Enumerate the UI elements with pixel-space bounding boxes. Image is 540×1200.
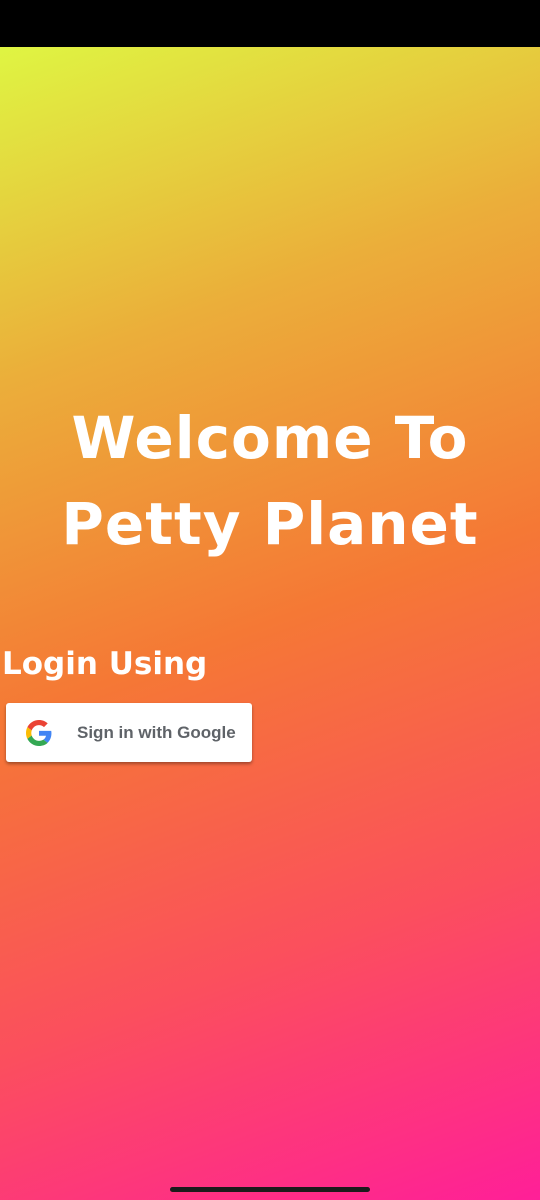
- welcome-title: Welcome To Petty Planet: [61, 404, 479, 558]
- phone-screen: Welcome To Petty Planet Login Using Sign…: [0, 0, 540, 1200]
- login-using-label: Login Using: [2, 646, 208, 682]
- google-g-icon: [26, 720, 52, 746]
- home-indicator[interactable]: [170, 1187, 370, 1192]
- status-bar: [0, 0, 540, 47]
- welcome-screen: Welcome To Petty Planet Login Using Sign…: [0, 47, 540, 1200]
- google-sign-in-label: Sign in with Google: [77, 723, 236, 742]
- google-sign-in-button[interactable]: Sign in with Google: [6, 703, 252, 762]
